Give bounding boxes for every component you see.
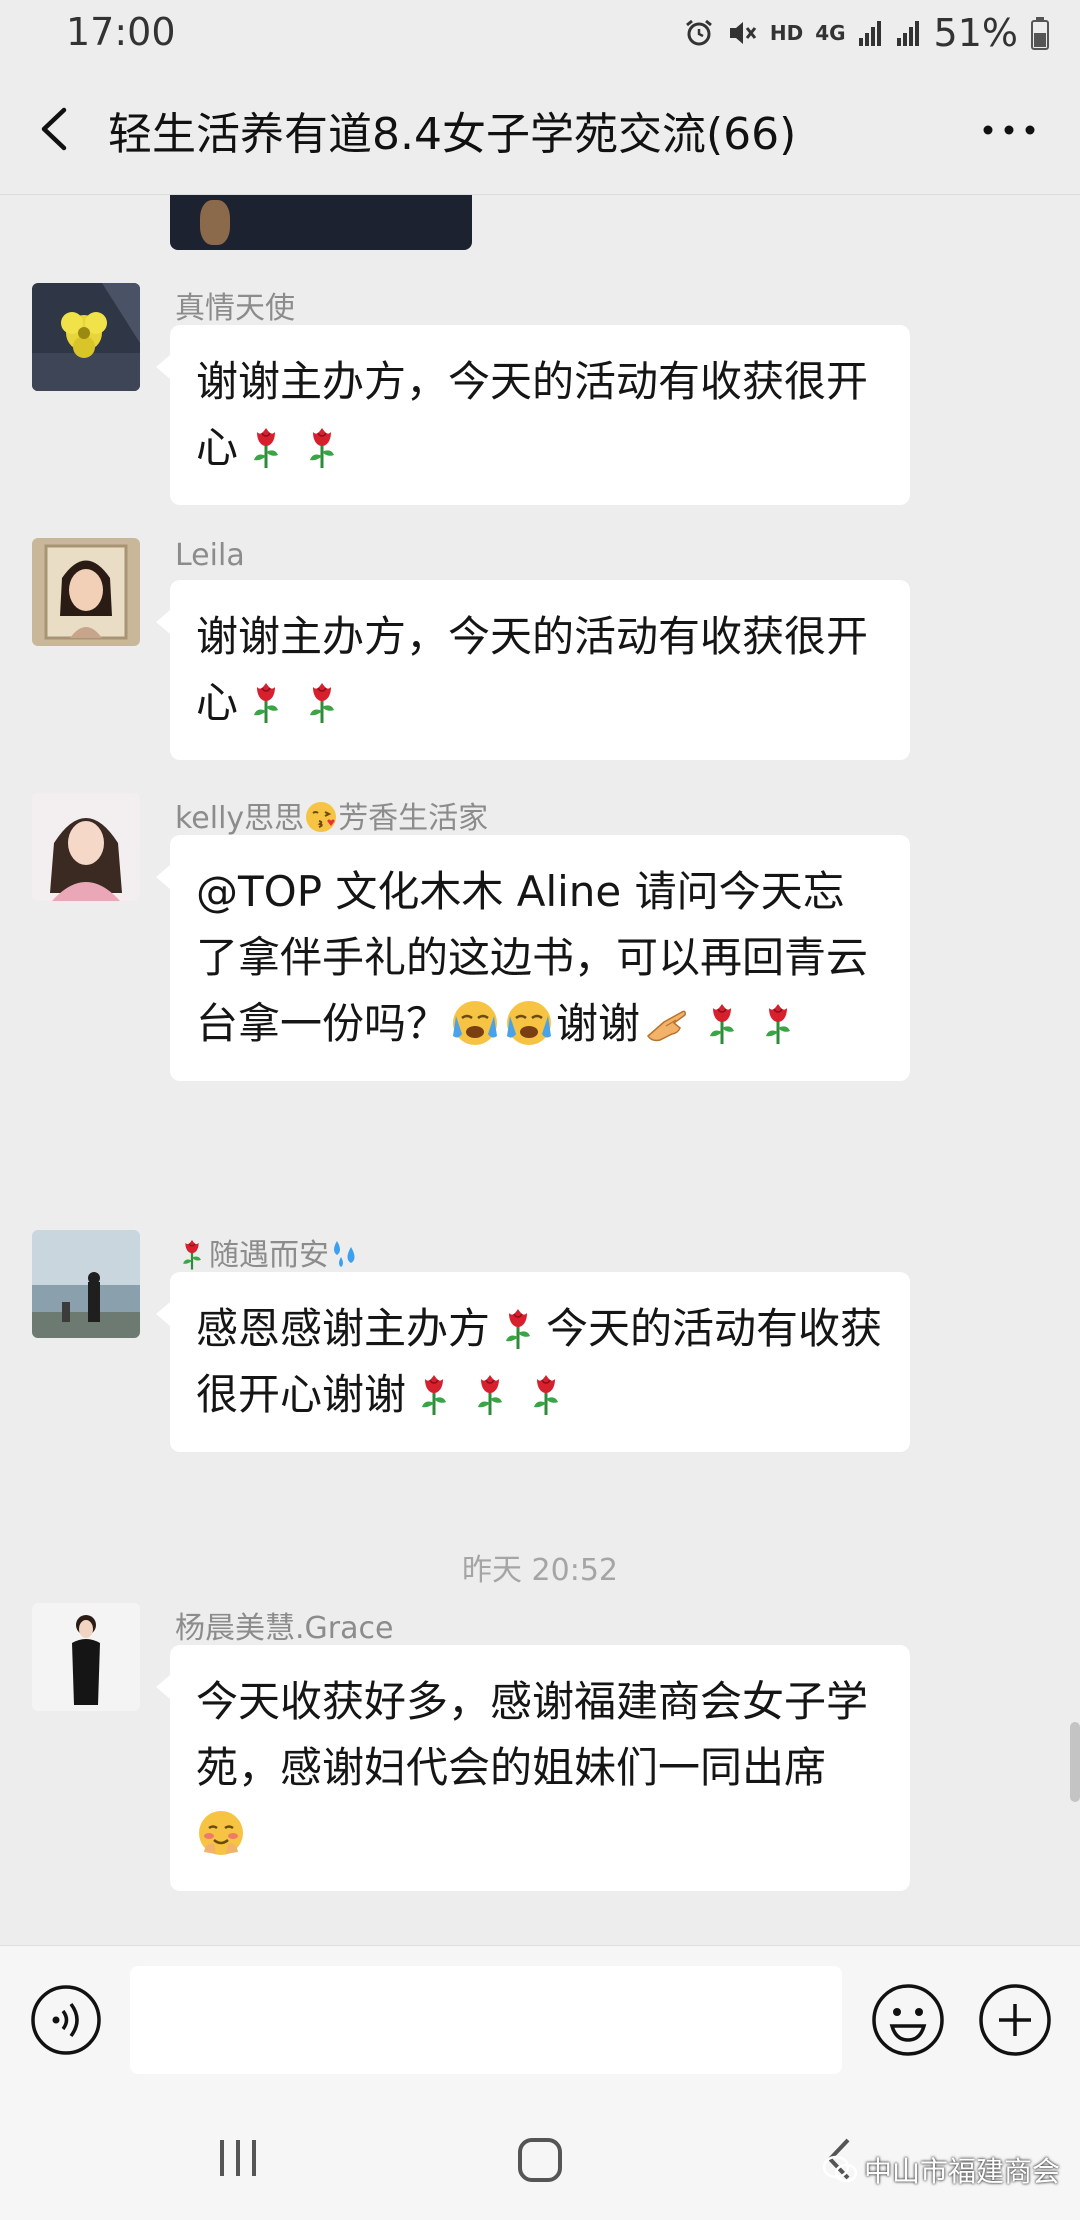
- avatar[interactable]: [32, 283, 140, 391]
- avatar[interactable]: [32, 1603, 140, 1711]
- status-icons: HD 4G 51%: [684, 10, 1050, 56]
- scrollbar-thumb[interactable]: [1070, 1722, 1080, 1802]
- message-text: 心: [196, 423, 239, 472]
- rose-emoji: [246, 424, 286, 470]
- rose-emoji: [246, 679, 286, 725]
- message-bubble[interactable]: 感恩感谢主办方 今天的活动有收获很开心谢谢: [156, 1272, 910, 1452]
- home-icon: [518, 2138, 562, 2182]
- message-text: 感恩感谢主办方: [196, 1304, 491, 1353]
- chevron-left-icon: [41, 107, 67, 151]
- status-bar: 17:00 HD 4G 51%: [0, 0, 1080, 66]
- avatar[interactable]: [32, 538, 140, 646]
- rose-emoji: [758, 1000, 798, 1046]
- voice-button[interactable]: [30, 1984, 102, 2056]
- wechat-icon: [822, 2155, 858, 2183]
- home-button[interactable]: [515, 2135, 565, 2185]
- message-bubble[interactable]: 谢谢主办方，今天的活动有收获很开 心: [156, 325, 910, 505]
- rose-emoji: [526, 1371, 566, 1417]
- message-text: 谢谢主办方，今天的活动有收获很开: [196, 612, 869, 661]
- watermark: 中山市福建商会: [822, 2150, 1060, 2190]
- kissing-face-emoji: [304, 800, 338, 834]
- battery-percent: 51%: [933, 11, 1018, 55]
- more-dots-icon: [983, 125, 1035, 135]
- signal-icon: [858, 21, 881, 46]
- rose-emoji: [498, 1305, 538, 1351]
- emoji-button[interactable]: [870, 1982, 946, 2058]
- back-button[interactable]: [28, 96, 88, 162]
- status-time: 17:00: [66, 10, 176, 54]
- message-text: 心: [196, 678, 239, 727]
- add-button[interactable]: [977, 1982, 1053, 2058]
- 4g-icon: 4G: [815, 21, 846, 45]
- rose-emoji: [702, 1000, 742, 1046]
- avatar[interactable]: [32, 1230, 140, 1338]
- message-bubble[interactable]: @TOP 文化木木 Aline 请问今天忘了拿伴手礼的这边书，可以再回青云台拿一…: [156, 835, 910, 1081]
- alarm-icon: [685, 19, 712, 46]
- plus-circle-icon: [979, 1984, 1051, 2056]
- crying-face-emoji: [504, 998, 554, 1048]
- rose-emoji: [414, 1371, 454, 1417]
- rose-emoji: [302, 424, 342, 470]
- timestamp: 昨天 20:52: [462, 1553, 618, 1588]
- pointing-hand-emoji: [642, 998, 692, 1048]
- chat-messages[interactable]: 真情天使 谢谢主办方，今天的活动有收获很开 心 Leila 谢谢主办方，今天的活…: [0, 195, 1080, 1945]
- image-message-partial[interactable]: [170, 195, 472, 250]
- rose-emoji: [470, 1371, 510, 1417]
- voice-icon: [31, 1985, 101, 2055]
- sender-name: 随遇而安: [175, 1230, 363, 1274]
- message-text: 今天收获好多，感谢福建商会女子学苑，感谢妇代会的姐妹们一同出席: [196, 1677, 869, 1792]
- sender-name: kelly思思 芳香生活家: [175, 800, 489, 836]
- message-input[interactable]: [130, 1966, 842, 2074]
- mute-icon: [729, 22, 757, 44]
- battery-icon: [1031, 17, 1049, 50]
- message-text: 谢谢: [556, 999, 641, 1048]
- emoji-icon: [872, 1984, 944, 2056]
- chat-header: 轻生活养有道8.4女子学苑交流(66): [0, 66, 1080, 195]
- sweat-droplets-emoji: [329, 1237, 363, 1271]
- crying-face-emoji: [450, 998, 500, 1048]
- message-text: 谢谢主办方，今天的活动有收获很开: [196, 357, 869, 406]
- signal-icon: [896, 21, 919, 46]
- chat-title: 轻生活养有道8.4女子学苑交流(66): [108, 109, 797, 160]
- blushing-face-emoji: [196, 1808, 246, 1858]
- recent-apps-icon: [220, 2140, 256, 2176]
- rose-emoji: [302, 679, 342, 725]
- input-bar: [0, 1945, 1080, 2091]
- sender-name: Leila: [175, 538, 245, 573]
- system-nav-bar: 中山市福建商会: [0, 2090, 1080, 2220]
- message-bubble[interactable]: 谢谢主办方，今天的活动有收获很开 心: [156, 580, 910, 760]
- avatar[interactable]: [32, 793, 140, 901]
- sender-name: 真情天使: [175, 291, 295, 326]
- rose-emoji: [175, 1237, 209, 1271]
- more-button[interactable]: [974, 102, 1044, 158]
- recent-apps-button[interactable]: [216, 2138, 260, 2178]
- sender-name: 杨晨美慧.Grace: [175, 1611, 394, 1646]
- message-bubble[interactable]: 今天收获好多，感谢福建商会女子学苑，感谢妇代会的姐妹们一同出席: [156, 1645, 910, 1891]
- hd-icon: HD: [769, 21, 804, 45]
